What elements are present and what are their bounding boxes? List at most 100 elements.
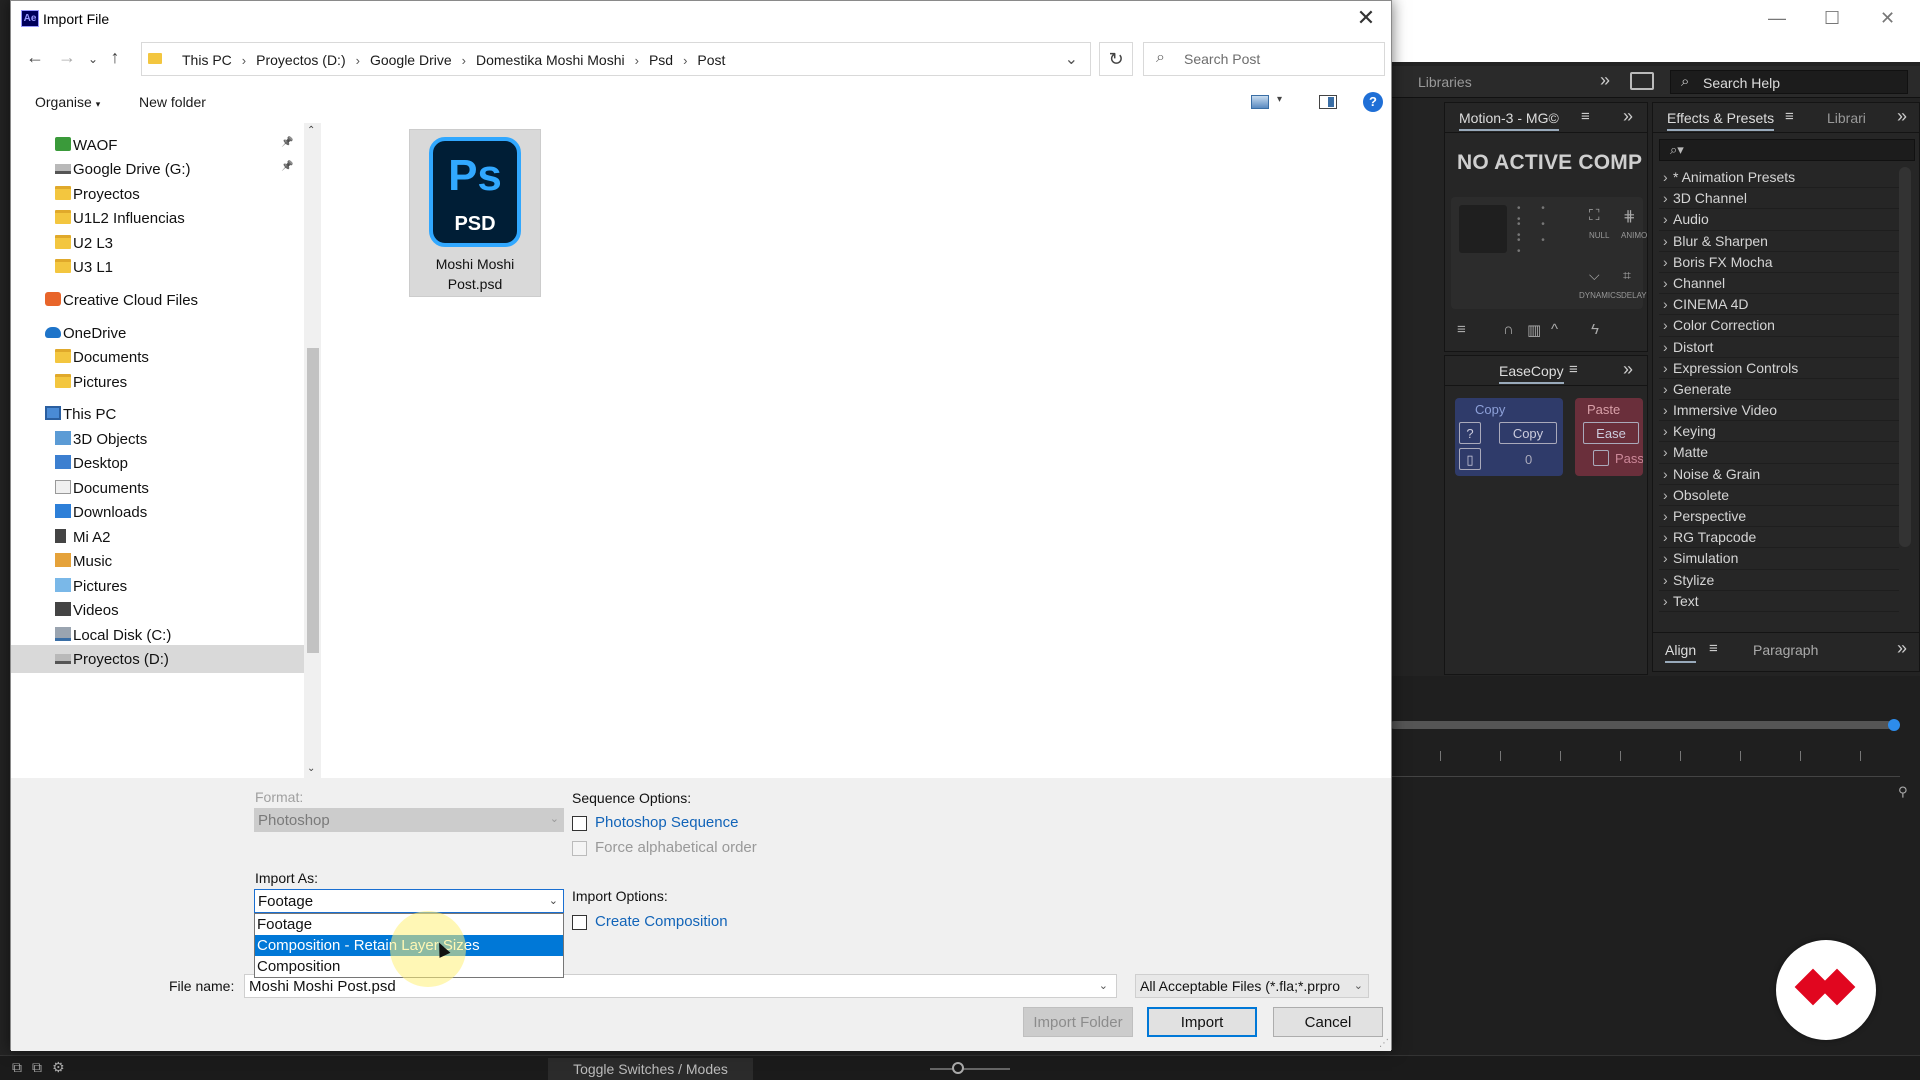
up-arrow-icon[interactable]: ↑ [103, 47, 127, 68]
animo-icon[interactable]: ⋕ [1623, 207, 1636, 225]
effects-category-item[interactable]: Channel [1659, 273, 1899, 295]
effects-category-item[interactable]: Text [1659, 591, 1899, 612]
effects-category-item[interactable]: Color Correction [1659, 315, 1899, 337]
recent-locations-chevron-icon[interactable]: ⌄ [81, 52, 105, 66]
option-composition[interactable]: Composition [255, 956, 563, 977]
effects-category-item[interactable]: Keying [1659, 421, 1899, 443]
maximize-icon[interactable]: ☐ [1824, 8, 1840, 29]
breadcrumb-item[interactable]: Google Drive [370, 52, 452, 68]
scroll-up-icon[interactable]: ⌃ [307, 125, 315, 136]
photoshop-sequence-label[interactable]: Photoshop Sequence [595, 814, 738, 831]
chevron-right-icon[interactable]: » [1623, 359, 1633, 380]
nav-item-u1l2-influencias[interactable]: U1L2 Influencias [11, 204, 304, 232]
nav-item-desktop[interactable]: Desktop [11, 449, 304, 477]
nav-item-videos[interactable]: Videos [11, 596, 304, 624]
effects-search-input[interactable]: ⌕▾ [1659, 139, 1915, 161]
effects-category-item[interactable]: CINEMA 4D [1659, 294, 1899, 316]
panel-menu-icon[interactable]: ≡ [1785, 108, 1794, 125]
toggle-switches-modes-button[interactable]: Toggle Switches / Modes [548, 1058, 753, 1080]
tab-effects-presets[interactable]: Effects & Presets [1667, 110, 1775, 131]
nav-item-downloads[interactable]: Downloads [11, 498, 304, 526]
tab-libraries-short[interactable]: Librari [1827, 110, 1866, 126]
effects-category-item[interactable]: Perspective [1659, 506, 1899, 528]
forward-arrow-icon[interactable]: → [55, 47, 79, 68]
scrollbar-thumb[interactable] [307, 348, 319, 653]
effects-category-item[interactable]: 3D Channel [1659, 188, 1899, 210]
ease-button[interactable]: Ease [1583, 422, 1639, 444]
tab-paragraph[interactable]: Paragraph [1753, 642, 1818, 658]
chevron-down-icon[interactable]: ⌄ [1099, 979, 1108, 992]
keyboard-icon[interactable] [1630, 72, 1654, 90]
panel-menu-icon[interactable]: ≡ [1581, 108, 1590, 125]
breadcrumb-separator-icon[interactable]: › [356, 53, 360, 68]
new-folder-button[interactable]: New folder [139, 94, 206, 110]
chevron-right-icon[interactable]: » [1623, 106, 1633, 127]
pass-checkbox[interactable] [1593, 450, 1609, 466]
delay-icon[interactable]: ⌗ [1623, 267, 1631, 284]
breadcrumb-item[interactable]: Psd [649, 52, 673, 68]
effects-category-item[interactable]: Obsolete [1659, 485, 1899, 506]
copy-button[interactable]: Copy [1499, 422, 1557, 444]
file-name-input[interactable] [249, 978, 1079, 995]
tab-libraries[interactable]: Libraries [1418, 74, 1472, 90]
refresh-icon[interactable]: ↻ [1099, 42, 1133, 76]
effects-category-item[interactable]: Simulation [1659, 548, 1899, 570]
caret-up-icon[interactable]: ^ [1551, 321, 1558, 338]
nav-item-proyectos-d[interactable]: Proyectos (D:) [11, 645, 304, 673]
nav-item-pictures[interactable]: Pictures [11, 368, 304, 396]
zoom-slider-handle[interactable] [952, 1062, 964, 1074]
help-button[interactable]: ? [1459, 422, 1481, 444]
zoom-slider-track[interactable] [930, 1068, 1010, 1070]
graph-icon[interactable]: ▥ [1527, 321, 1541, 339]
chevron-right-icon[interactable]: » [1897, 638, 1907, 659]
tab-easecopy[interactable]: EaseCopy [1499, 363, 1564, 384]
pin-icon[interactable]: ⚲ [1898, 784, 1908, 800]
menu-icon[interactable]: ≡ [1457, 321, 1466, 338]
navigation-pane-scrollbar[interactable]: ⌃ ⌄ [304, 123, 322, 778]
caret-down-icon[interactable]: ▾ [1277, 94, 1282, 105]
pin-icon[interactable]: 📌 [281, 161, 293, 172]
change-view-icon[interactable] [1251, 95, 1269, 109]
address-bar[interactable]: This PC › Proyectos (D:) › Google Drive › Dome… [141, 42, 1091, 76]
chevron-right-icon[interactable]: » [1897, 106, 1907, 127]
scroll-down-icon[interactable]: ⌄ [307, 763, 315, 774]
option-composition-retain-layer-sizes[interactable]: Composition - Retain Layer Sizes [255, 935, 563, 956]
effects-category-item[interactable]: Noise & Grain [1659, 464, 1899, 485]
effects-category-item[interactable]: Distort [1659, 337, 1899, 358]
create-composition-label[interactable]: Create Composition [595, 913, 728, 930]
import-button[interactable]: Import [1147, 1007, 1257, 1037]
effects-scrollbar[interactable] [1899, 167, 1911, 547]
tab-motion[interactable]: Motion-3 - MG© [1459, 110, 1559, 131]
breadcrumb-item[interactable]: Post [697, 52, 725, 68]
create-composition-checkbox[interactable] [572, 915, 587, 930]
organise-button[interactable]: Organise ▾ [35, 94, 100, 110]
cancel-button[interactable]: Cancel [1273, 1007, 1383, 1037]
import-folder-button[interactable]: Import Folder [1023, 1007, 1133, 1037]
anchor-dots[interactable]: • • • [1517, 235, 1577, 257]
status-icons[interactable]: ⧉⧉⚙ [12, 1059, 75, 1076]
breadcrumb-separator-icon[interactable]: › [242, 53, 246, 68]
tab-align[interactable]: Align [1665, 642, 1697, 663]
close-icon[interactable]: ✕ [1351, 5, 1381, 33]
help-icon[interactable]: ? [1363, 92, 1383, 112]
file-item-selected[interactable]: Ps PSD Moshi Moshi Post.psd [409, 129, 541, 297]
panel-menu-icon[interactable]: ≡ [1709, 640, 1718, 657]
breadcrumb-separator-icon[interactable]: › [683, 53, 687, 68]
file-type-filter-select[interactable]: All Acceptable Files (*.fla;*.prpro ⌄ [1135, 974, 1369, 998]
time-ruler[interactable] [1390, 751, 1892, 761]
effects-category-item[interactable]: Audio [1659, 209, 1899, 231]
effects-category-item[interactable]: Stylize [1659, 570, 1899, 591]
effects-category-item[interactable]: Matte [1659, 442, 1899, 464]
time-navigator-handle[interactable] [1888, 719, 1900, 731]
resize-grip-icon[interactable]: ⋰ [1379, 1038, 1389, 1049]
time-navigator-track[interactable] [1390, 721, 1892, 729]
breadcrumb-item[interactable]: Proyectos (D:) [256, 52, 345, 68]
bolt-icon[interactable]: ϟ [1591, 321, 1599, 338]
search-help-input[interactable]: ⌕ Search Help [1670, 70, 1908, 94]
search-input[interactable] [1184, 51, 1374, 67]
photoshop-sequence-checkbox[interactable] [572, 816, 587, 831]
chevron-right-icon[interactable]: » [1600, 70, 1610, 91]
pin-icon[interactable]: 📌 [281, 137, 293, 148]
format-select[interactable]: Photoshop ⌄ [254, 808, 564, 832]
null-icon[interactable]: ⛶ [1589, 207, 1600, 224]
